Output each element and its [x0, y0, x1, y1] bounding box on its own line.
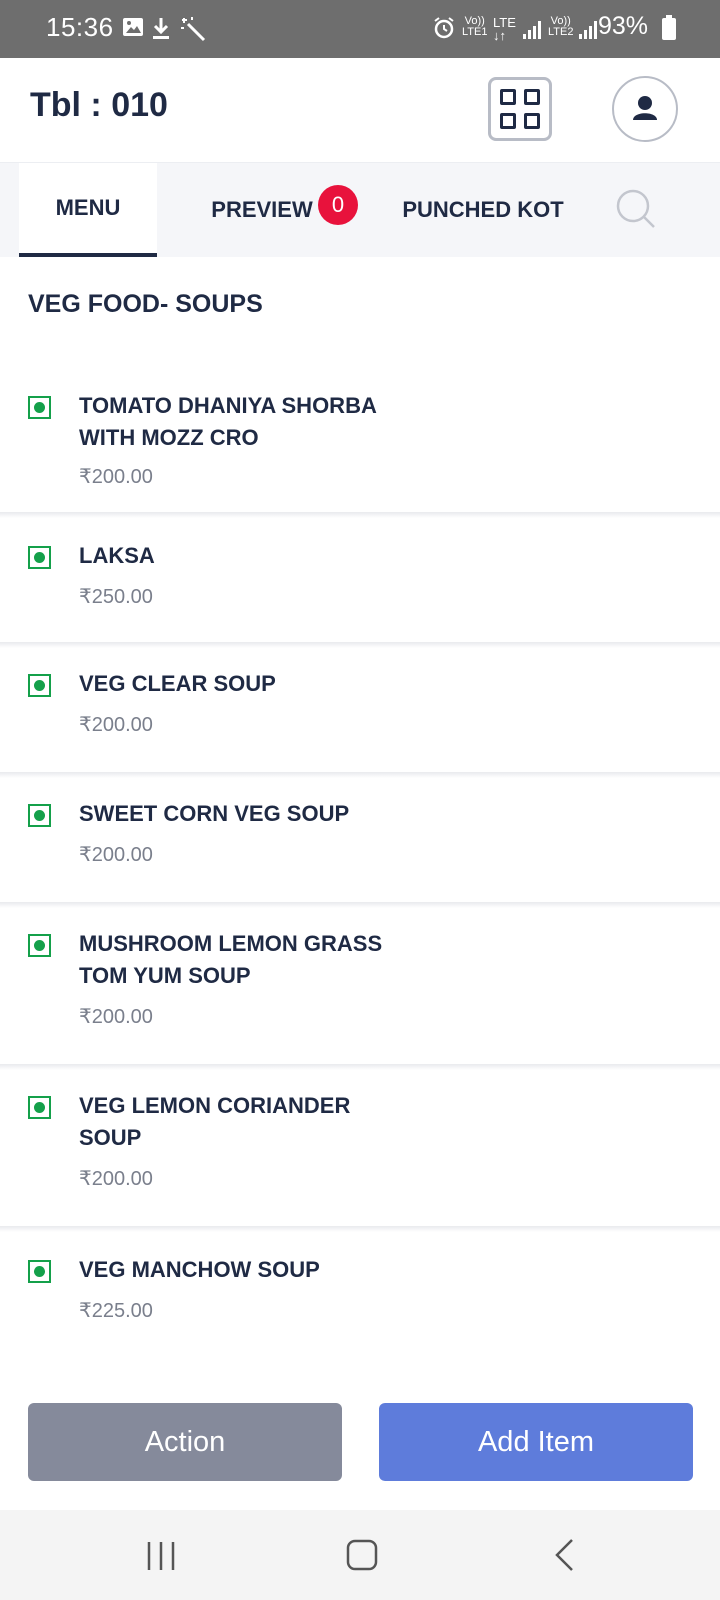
menu-item[interactable]: VEG CLEAR SOUP ₹200.00 — [0, 648, 720, 778]
item-name: LAKSA — [79, 543, 155, 568]
veg-indicator-icon — [28, 804, 51, 827]
grid-icon — [500, 89, 516, 105]
item-price: ₹250.00 — [79, 586, 153, 608]
item-price: ₹200.00 — [79, 466, 153, 488]
menu-list[interactable]: TOMATO DHANIYA SHORBA WITH MOZZ CRO ₹200… — [0, 360, 720, 1322]
veg-indicator-icon — [28, 674, 51, 697]
search-button[interactable] — [612, 185, 660, 233]
back-icon[interactable] — [552, 1538, 576, 1577]
item-name: VEG CLEAR SOUP — [79, 671, 276, 696]
tab-menu[interactable]: MENU — [19, 163, 157, 257]
item-price: ₹225.00 — [79, 1300, 153, 1322]
item-price: ₹200.00 — [79, 1006, 153, 1028]
menu-item[interactable]: MUSHROOM LEMON GRASS TOM YUM SOUP ₹200.0… — [0, 908, 720, 1070]
tab-punched-kot-label: PUNCHED KOT — [402, 197, 564, 222]
tab-preview[interactable]: PREVIEW — [206, 163, 318, 257]
tab-menu-label: MENU — [55, 195, 121, 220]
category-title: VEG FOOD- SOUPS — [28, 290, 263, 318]
recent-apps-icon[interactable] — [146, 1540, 176, 1577]
add-item-button[interactable]: Add Item — [379, 1403, 693, 1481]
item-name: VEG LEMON CORIANDER SOUP — [79, 1093, 351, 1150]
grid-icon-cell — [524, 89, 540, 105]
grid-view-button[interactable] — [488, 77, 552, 141]
preview-count-badge: 0 — [318, 185, 358, 225]
alarm-icon — [433, 17, 455, 44]
app-header: Tbl : 010 — [0, 58, 720, 163]
magic-wand-icon — [180, 16, 206, 47]
tab-punched-kot[interactable]: PUNCHED KOT — [400, 163, 566, 257]
item-name: TOMATO DHANIYA SHORBA WITH MOZZ CRO — [79, 393, 377, 450]
profile-button[interactable] — [612, 76, 678, 142]
menu-item[interactable]: VEG LEMON CORIANDER SOUP ₹200.00 — [0, 1070, 720, 1232]
veg-indicator-icon — [28, 396, 51, 419]
signal-icon — [578, 20, 598, 45]
item-price: ₹200.00 — [79, 1168, 153, 1190]
veg-indicator-icon — [28, 1260, 51, 1283]
lte-icon: LTE ↓↑ — [493, 15, 516, 43]
download-icon — [150, 16, 172, 45]
system-nav-bar — [0, 1510, 720, 1600]
item-name: VEG MANCHOW SOUP — [79, 1257, 320, 1282]
grid-icon-cell — [500, 113, 516, 129]
volte-lte1-icon: Vo)) LTE1 — [462, 15, 488, 38]
signal-icon — [522, 20, 542, 45]
menu-item[interactable]: SWEET CORN VEG SOUP ₹200.00 — [0, 778, 720, 908]
menu-item[interactable]: TOMATO DHANIYA SHORBA WITH MOZZ CRO ₹200… — [0, 360, 720, 518]
status-bar: 15:36 Vo)) LTE1 LTE ↓↑ Vo)) LTE2 93% — [0, 0, 720, 58]
veg-indicator-icon — [28, 546, 51, 569]
image-icon — [122, 16, 144, 43]
status-time: 15:36 — [46, 12, 114, 42]
home-icon[interactable] — [346, 1539, 378, 1576]
item-price: ₹200.00 — [79, 714, 153, 736]
action-button[interactable]: Action — [28, 1403, 342, 1481]
veg-indicator-icon — [28, 1096, 51, 1119]
item-name: SWEET CORN VEG SOUP — [79, 801, 350, 826]
item-price: ₹200.00 — [79, 844, 153, 866]
search-icon — [616, 189, 655, 228]
table-number: Tbl : 010 — [30, 86, 168, 124]
battery-icon — [662, 15, 676, 40]
tab-bar: MENU PREVIEW 0 PUNCHED KOT — [0, 163, 720, 257]
volte-lte2-icon: Vo)) LTE2 — [548, 15, 574, 38]
veg-indicator-icon — [28, 934, 51, 957]
menu-item[interactable]: LAKSA ₹250.00 — [0, 518, 720, 648]
menu-item[interactable]: VEG MANCHOW SOUP ₹225.00 — [0, 1232, 720, 1322]
item-name: MUSHROOM LEMON GRASS TOM YUM SOUP — [79, 931, 383, 988]
battery-percent: 93% — [597, 12, 648, 40]
tab-preview-label: PREVIEW — [211, 197, 313, 222]
user-icon — [633, 96, 657, 120]
grid-icon-cell — [524, 113, 540, 129]
